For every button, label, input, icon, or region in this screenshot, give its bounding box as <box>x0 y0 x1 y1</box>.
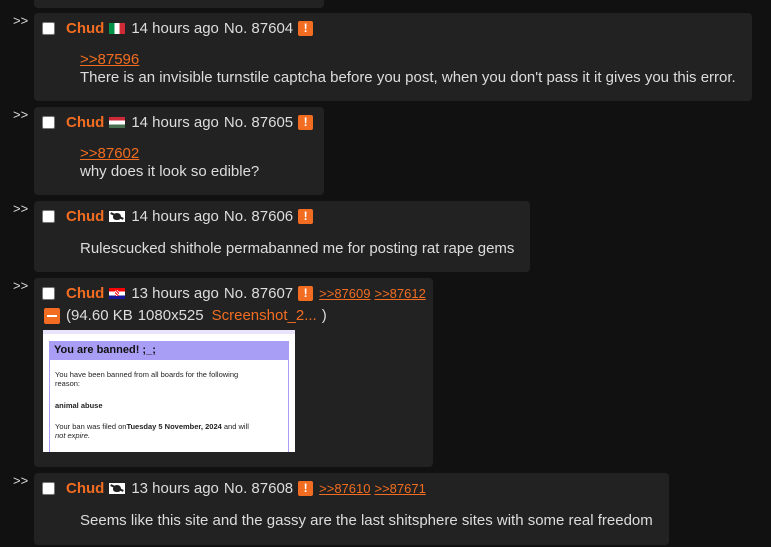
post-body: >>87596 There is an invisible turnstile … <box>80 51 736 87</box>
file-name-link[interactable]: Screenshot_2... <box>212 307 317 324</box>
post-time: 14 hours ago <box>131 208 219 225</box>
post-number[interactable]: No. 87607 <box>224 285 293 302</box>
thumb-filed-date: Tuesday 5 November, 2024 <box>126 422 222 431</box>
post-number[interactable]: No. 87605 <box>224 114 293 131</box>
croatia-flag-icon <box>109 288 126 299</box>
italy-flag-icon <box>109 23 126 34</box>
file-info-close: ) <box>321 307 327 324</box>
post-time: 13 hours ago <box>131 480 219 497</box>
report-warning-icon[interactable]: ! <box>298 481 314 496</box>
report-warning-icon[interactable]: ! <box>298 209 314 224</box>
post-87605: Chud 14 hours ago No. 87605 ! >>87602 wh… <box>34 107 324 195</box>
poster-name: Chud <box>66 285 105 302</box>
post-select-checkbox[interactable] <box>42 116 55 129</box>
backlink[interactable]: >>87610 <box>319 481 370 496</box>
post-text: Rulescucked shithole permabanned me for … <box>80 240 515 257</box>
pirate-flag-icon <box>109 211 126 222</box>
report-warning-icon[interactable]: ! <box>298 286 314 301</box>
post-number[interactable]: No. 87604 <box>224 20 293 37</box>
post-87604: Chud 14 hours ago No. 87604 ! >>87596 Th… <box>34 13 752 101</box>
backlink[interactable]: >>87609 <box>319 286 370 301</box>
post-header: Chud 14 hours ago No. 87605 ! <box>42 114 319 131</box>
poster-name: Chud <box>66 480 105 497</box>
post-number[interactable]: No. 87608 <box>224 480 293 497</box>
hungary-flag-icon <box>109 117 126 128</box>
post-time: 13 hours ago <box>131 285 219 302</box>
backlink[interactable]: >>87612 <box>374 286 425 301</box>
post-header: Chud 14 hours ago No. 87604 ! <box>42 20 319 37</box>
post-header: Chud 13 hours ago No. 87607 ! >>87609 >>… <box>42 285 430 302</box>
thumb-ban-line2: reason: <box>55 379 81 388</box>
poster-name: Chud <box>66 20 105 37</box>
post-select-checkbox[interactable] <box>42 22 55 35</box>
report-warning-icon[interactable]: ! <box>298 115 314 130</box>
poster-name: Chud <box>66 208 105 225</box>
thumb-ban-line1: You have been banned from all boards for… <box>55 370 239 379</box>
reply-arrow: >> <box>13 473 29 488</box>
thumb-filed-suffix: and will <box>221 422 249 431</box>
reply-arrow: >> <box>13 13 29 28</box>
post-text: Seems like this site and the gassy are t… <box>80 512 653 529</box>
pirate-flag-icon <box>109 483 126 494</box>
reply-arrow: >> <box>13 201 29 216</box>
poster-name: Chud <box>66 114 105 131</box>
post-text: why does it look so edible? <box>80 163 260 180</box>
post-time: 14 hours ago <box>131 114 219 131</box>
previous-post-edge <box>34 0 324 8</box>
image-thumbnail[interactable]: You are banned! ;_; You have been banned… <box>43 330 295 452</box>
file-info: (94.60 KB 1080x525 Screenshot_2... ) <box>44 307 332 324</box>
post-87608: Chud 13 hours ago No. 87608 ! >>87610 >>… <box>34 473 669 545</box>
post-header: Chud 14 hours ago No. 87606 ! <box>42 208 319 225</box>
thumb-top-band <box>43 330 295 334</box>
thumb-ban-reason: animal abuse <box>55 401 103 410</box>
post-select-checkbox[interactable] <box>42 210 55 223</box>
thumb-filed-prefix: Your ban was filed on <box>55 422 127 431</box>
thumb-ban-title: You are banned! ;_; <box>49 341 289 360</box>
reply-arrow: >> <box>13 107 29 122</box>
post-body: Seems like this site and the gassy are t… <box>80 512 653 530</box>
post-text: There is an invisible turnstile captcha … <box>80 69 736 86</box>
quote-link[interactable]: >>87602 <box>80 145 259 163</box>
post-body: Rulescucked shithole permabanned me for … <box>80 240 514 258</box>
post-time: 14 hours ago <box>131 20 219 37</box>
reply-arrow: >> <box>13 278 29 293</box>
backlink[interactable]: >>87671 <box>374 481 425 496</box>
post-87606: Chud 14 hours ago No. 87606 ! Rulescucke… <box>34 201 530 272</box>
post-number[interactable]: No. 87606 <box>224 208 293 225</box>
file-dimensions: 1080x525 <box>137 307 204 324</box>
report-warning-icon[interactable]: ! <box>298 21 314 36</box>
quote-link[interactable]: >>87596 <box>80 51 736 69</box>
post-select-checkbox[interactable] <box>42 287 55 300</box>
post-select-checkbox[interactable] <box>42 482 55 495</box>
post-body: >>87602 why does it look so edible? <box>80 145 259 181</box>
post-87607: Chud 13 hours ago No. 87607 ! >>87609 >>… <box>34 278 433 467</box>
post-header: Chud 13 hours ago No. 87608 ! >>87610 >>… <box>42 480 430 497</box>
thumb-ban-filed: Your ban was filed onTuesday 5 November,… <box>55 422 249 431</box>
collapse-image-icon[interactable] <box>44 307 60 324</box>
thumb-ban-expire: not expire. <box>55 431 91 440</box>
file-size: (94.60 KB <box>66 307 133 324</box>
